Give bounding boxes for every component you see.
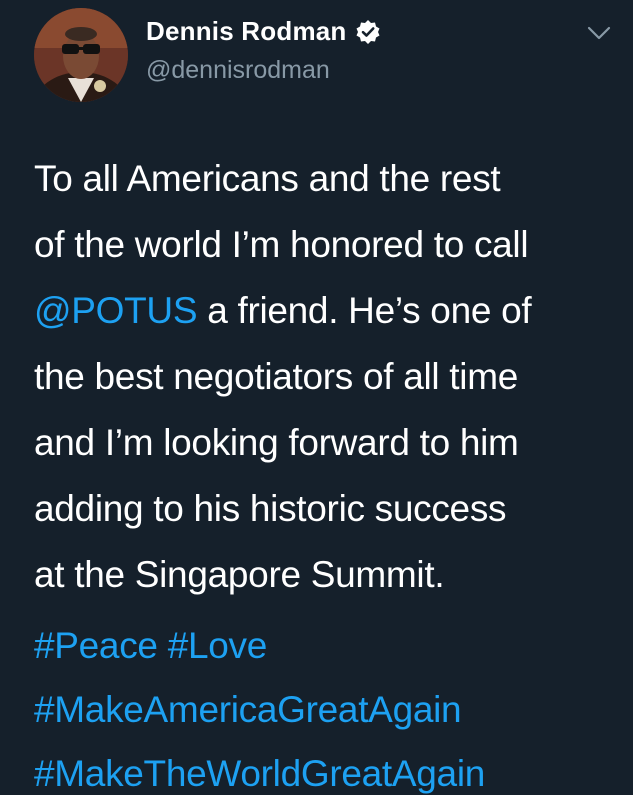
hashtag-block: #Peace #Love #MakeAmericaGreatAgain #Mak…: [34, 614, 633, 795]
verified-badge-icon: [355, 19, 381, 45]
hashtag-line: #MakeAmericaGreatAgain: [34, 678, 633, 742]
hashtag-line: #Peace #Love: [34, 614, 633, 678]
avatar-image: [34, 8, 128, 102]
tweet-line: at the Singapore Summit.: [34, 554, 445, 595]
tweet-line: of the world I’m honored to call: [34, 224, 529, 265]
tweet-card: Dennis Rodman @dennisrodman To all Ameri…: [0, 0, 633, 795]
tweet-line-text: a friend. He’s one of: [207, 290, 532, 331]
display-name[interactable]: Dennis Rodman: [146, 16, 347, 47]
tweet-line: adding to his historic success: [34, 488, 507, 529]
avatar[interactable]: [34, 8, 128, 102]
hashtag-make-the-world-great-again[interactable]: #MakeTheWorldGreatAgain: [34, 753, 485, 794]
hashtag-peace[interactable]: #Peace: [34, 625, 158, 666]
mention-link[interactable]: @POTUS: [34, 290, 198, 331]
hashtag-love[interactable]: #Love: [168, 625, 268, 666]
tweet-line: and I’m looking forward to him: [34, 422, 519, 463]
tweet-line: To all Americans and the rest: [34, 158, 501, 199]
user-handle[interactable]: @dennisrodman: [146, 56, 330, 85]
hashtag-make-america-great-again[interactable]: #MakeAmericaGreatAgain: [34, 689, 462, 730]
name-row: Dennis Rodman: [146, 16, 381, 47]
tweet-line: @POTUS a friend. He’s one of: [34, 278, 624, 344]
chevron-down-icon[interactable]: [586, 24, 612, 42]
tweet-text: To all Americans and the rest of the wor…: [34, 146, 624, 608]
tweet-line: the best negotiators of all time: [34, 356, 519, 397]
hashtag-line: #MakeTheWorldGreatAgain: [34, 742, 633, 795]
